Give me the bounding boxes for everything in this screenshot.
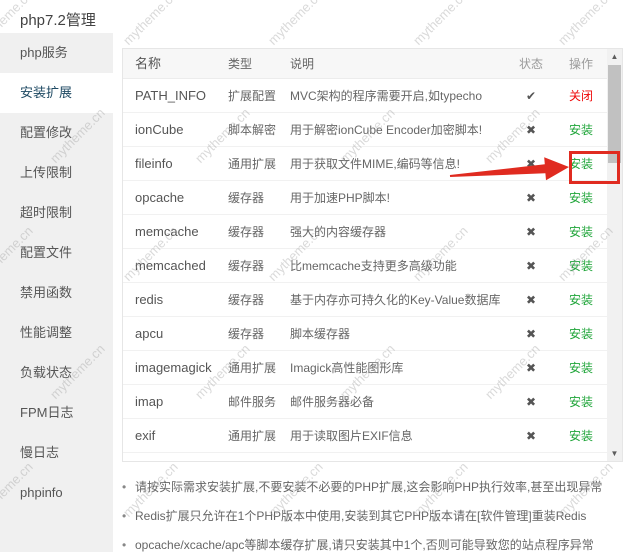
extension-desc: 基于内存亦可持久化的Key-Value数据库 xyxy=(290,283,507,316)
sidebar-item-慢日志[interactable]: 慢日志 xyxy=(0,433,113,473)
header-status: 状态 xyxy=(507,49,555,78)
table-row: fileinfo 通用扩展 用于获取文件MIME,编码等信息! ✖ 安装 xyxy=(123,147,607,181)
extension-name: memcached xyxy=(123,249,228,282)
extension-desc: Imagick高性能图形库 xyxy=(290,351,507,384)
title-bar: php7.2管理 xyxy=(0,0,625,33)
extension-name: apcu xyxy=(123,317,228,350)
sidebar-item-性能调整[interactable]: 性能调整 xyxy=(0,313,113,353)
extension-desc: 用于加速PHP脚本! xyxy=(290,181,507,214)
scroll-down-icon[interactable]: ▼ xyxy=(607,446,622,461)
header-desc: 说明 xyxy=(290,49,507,78)
action-link-PATH_INFO[interactable]: 关闭 xyxy=(569,89,593,103)
status-icon: ✖ xyxy=(507,283,555,316)
extension-type: 缓存器 xyxy=(228,215,290,248)
sidebar-item-php服务[interactable]: php服务 xyxy=(0,33,113,73)
sidebar-item-安装扩展[interactable]: 安装扩展 xyxy=(0,73,113,113)
extension-name: imagemagick xyxy=(123,351,228,384)
table-rows: PATH_INFO 扩展配置 MVC架构的程序需要开启,如typecho ✔ 关… xyxy=(123,79,607,453)
table-header-row: 名称 类型 说明 状态 操作 xyxy=(123,49,607,79)
action-link-exif[interactable]: 安装 xyxy=(569,429,593,443)
extension-type: 通用扩展 xyxy=(228,419,290,452)
action-link-imap[interactable]: 安装 xyxy=(569,395,593,409)
extension-name: ionCube xyxy=(123,113,228,146)
status-icon: ✖ xyxy=(507,181,555,214)
table-row: ionCube 脚本解密 用于解密ionCube Encoder加密脚本! ✖ … xyxy=(123,113,607,147)
sidebar-item-FPM日志[interactable]: FPM日志 xyxy=(0,393,113,433)
table-row: memcache 缓存器 强大的内容缓存器 ✖ 安装 xyxy=(123,215,607,249)
table-row: opcache 缓存器 用于加速PHP脚本! ✖ 安装 xyxy=(123,181,607,215)
status-icon: ✖ xyxy=(507,351,555,384)
table-row: imap 邮件服务 邮件服务器必备 ✖ 安装 xyxy=(123,385,607,419)
extension-type: 扩展配置 xyxy=(228,79,290,112)
action-link-memcache[interactable]: 安装 xyxy=(569,225,593,239)
note-item: 请按实际需求安装扩展,不要安装不必要的PHP扩展,这会影响PHP执行效率,甚至出… xyxy=(122,473,622,502)
action-link-opcache[interactable]: 安装 xyxy=(569,191,593,205)
table-row: redis 缓存器 基于内存亦可持久化的Key-Value数据库 ✖ 安装 xyxy=(123,283,607,317)
extension-desc: 用于解密ionCube Encoder加密脚本! xyxy=(290,113,507,146)
sidebar-item-配置文件[interactable]: 配置文件 xyxy=(0,233,113,273)
extension-desc: 邮件服务器必备 xyxy=(290,385,507,418)
note-item: Redis扩展只允许在1个PHP版本中使用,安装到其它PHP版本请在[软件管理]… xyxy=(122,502,622,531)
sidebar-item-超时限制[interactable]: 超时限制 xyxy=(0,193,113,233)
status-icon: ✖ xyxy=(507,113,555,146)
status-icon: ✖ xyxy=(507,419,555,452)
extension-type: 缓存器 xyxy=(228,283,290,316)
sidebar-item-禁用函数[interactable]: 禁用函数 xyxy=(0,273,113,313)
status-icon: ✖ xyxy=(507,249,555,282)
table-row: exif 通用扩展 用于读取图片EXIF信息 ✖ 安装 xyxy=(123,419,607,453)
extension-desc: MVC架构的程序需要开启,如typecho xyxy=(290,79,507,112)
table-row: memcached 缓存器 比memcache支持更多高级功能 ✖ 安装 xyxy=(123,249,607,283)
extension-desc: 强大的内容缓存器 xyxy=(290,215,507,248)
extension-name: PATH_INFO xyxy=(123,79,228,112)
action-link-memcached[interactable]: 安装 xyxy=(569,259,593,273)
status-icon: ✔ xyxy=(507,79,555,112)
extension-type: 缓存器 xyxy=(228,249,290,282)
table-body: 名称 类型 说明 状态 操作 PATH_INFO 扩展配置 MVC架构的程序需要… xyxy=(123,49,607,461)
extension-desc: 比memcache支持更多高级功能 xyxy=(290,249,507,282)
extensions-table: 名称 类型 说明 状态 操作 PATH_INFO 扩展配置 MVC架构的程序需要… xyxy=(122,48,623,462)
extension-name: memcache xyxy=(123,215,228,248)
table-row: PATH_INFO 扩展配置 MVC架构的程序需要开启,如typecho ✔ 关… xyxy=(123,79,607,113)
sidebar-item-phpinfo[interactable]: phpinfo xyxy=(0,473,113,513)
sidebar-item-配置修改[interactable]: 配置修改 xyxy=(0,113,113,153)
scrollbar-thumb[interactable] xyxy=(608,65,621,163)
note-item: opcache/xcache/apc等脚本缓存扩展,请只安装其中1个,否则可能导… xyxy=(122,531,622,560)
extension-name: imap xyxy=(123,385,228,418)
action-link-fileinfo[interactable]: 安装 xyxy=(569,157,593,171)
extension-name: opcache xyxy=(123,181,228,214)
action-link-redis[interactable]: 安装 xyxy=(569,293,593,307)
extension-name: exif xyxy=(123,419,228,452)
action-link-imagemagick[interactable]: 安装 xyxy=(569,361,593,375)
extension-desc: 用于读取图片EXIF信息 xyxy=(290,419,507,452)
header-type: 类型 xyxy=(228,49,290,78)
scrollbar[interactable]: ▲ ▼ xyxy=(607,49,622,461)
table-row: imagemagick 通用扩展 Imagick高性能图形库 ✖ 安装 xyxy=(123,351,607,385)
extension-name: redis xyxy=(123,283,228,316)
extension-type: 脚本解密 xyxy=(228,113,290,146)
extension-type: 缓存器 xyxy=(228,317,290,350)
action-link-apcu[interactable]: 安装 xyxy=(569,327,593,341)
status-icon: ✖ xyxy=(507,385,555,418)
page-title: php7.2管理 xyxy=(20,9,96,30)
action-link-ionCube[interactable]: 安装 xyxy=(569,123,593,137)
scroll-up-icon[interactable]: ▲ xyxy=(607,49,622,64)
extension-name: fileinfo xyxy=(123,147,228,180)
status-icon: ✖ xyxy=(507,317,555,350)
extension-type: 缓存器 xyxy=(228,181,290,214)
header-name: 名称 xyxy=(123,49,228,78)
header-op: 操作 xyxy=(555,49,607,78)
sidebar: php服务安装扩展配置修改上传限制超时限制配置文件禁用函数性能调整负载状态FPM… xyxy=(0,33,113,552)
table-row: apcu 缓存器 脚本缓存器 ✖ 安装 xyxy=(123,317,607,351)
extension-type: 通用扩展 xyxy=(228,147,290,180)
sidebar-item-负载状态[interactable]: 负载状态 xyxy=(0,353,113,393)
extension-type: 邮件服务 xyxy=(228,385,290,418)
status-icon: ✖ xyxy=(507,215,555,248)
extension-desc: 脚本缓存器 xyxy=(290,317,507,350)
notes-list: 请按实际需求安装扩展,不要安装不必要的PHP扩展,这会影响PHP执行效率,甚至出… xyxy=(122,473,622,560)
sidebar-item-上传限制[interactable]: 上传限制 xyxy=(0,153,113,193)
status-icon: ✖ xyxy=(507,147,555,180)
extension-type: 通用扩展 xyxy=(228,351,290,384)
extension-desc: 用于获取文件MIME,编码等信息! xyxy=(290,147,507,180)
